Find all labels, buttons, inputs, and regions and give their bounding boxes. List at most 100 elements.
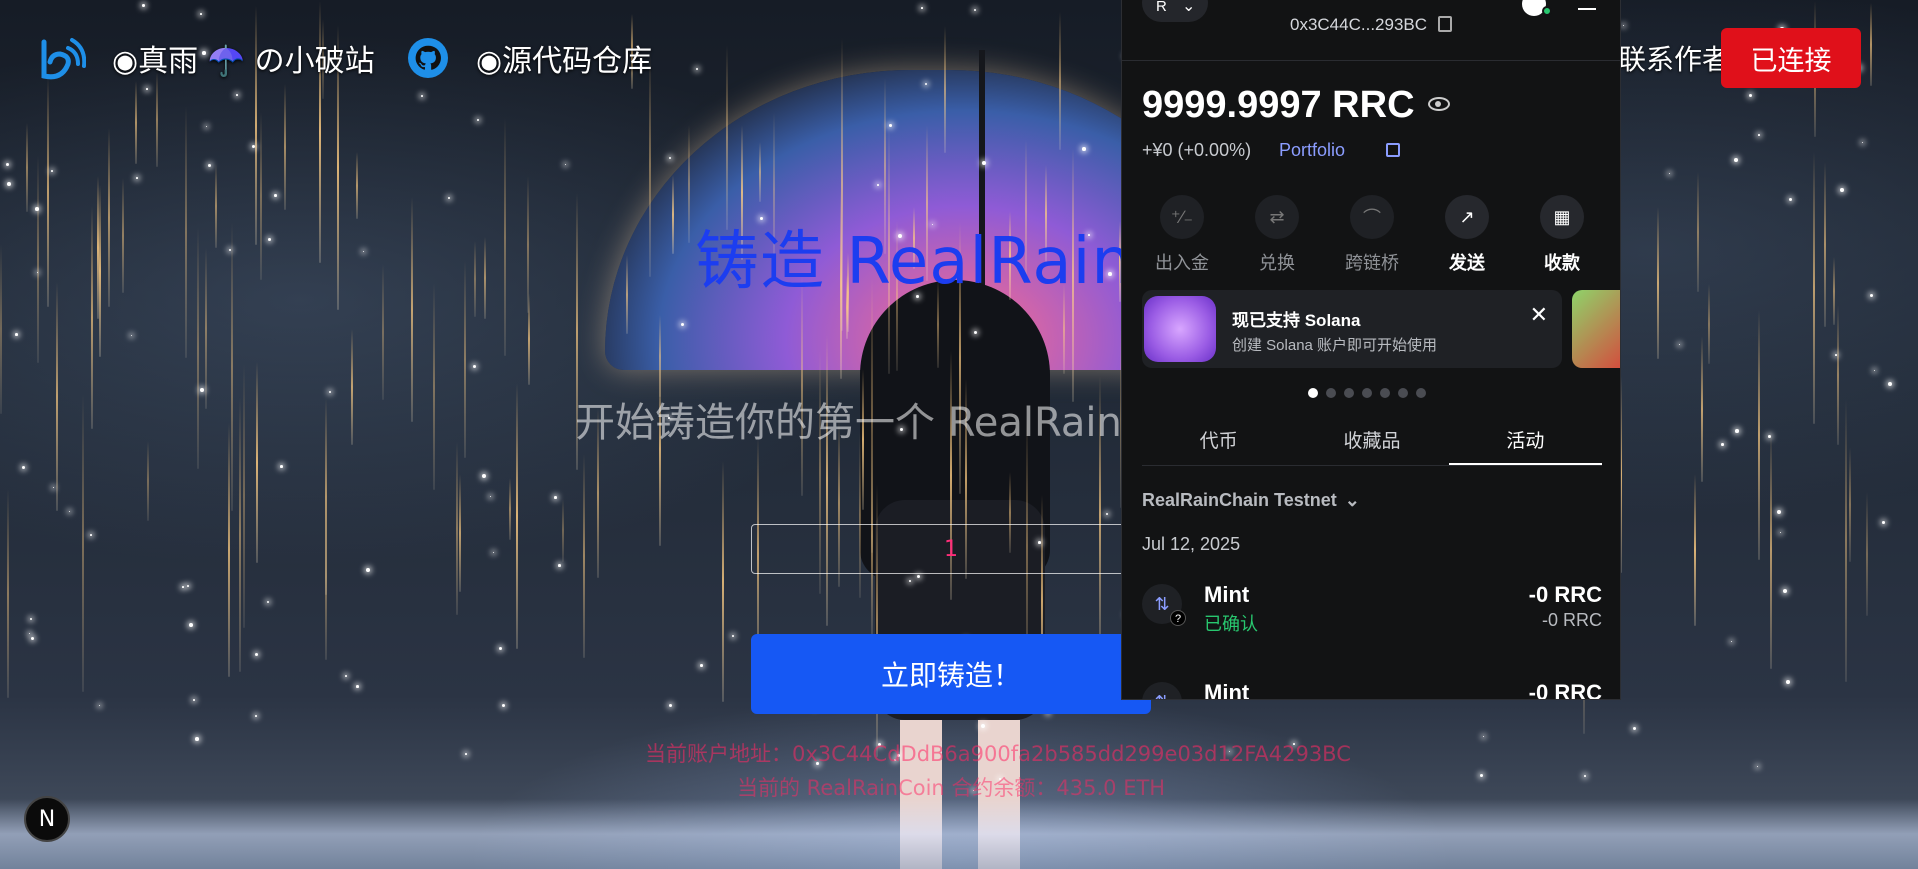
star-sparkle <box>477 119 480 122</box>
star-sparkle <box>1768 435 1771 438</box>
chevron-down-icon: ⌄ <box>1344 490 1360 510</box>
tab-activity[interactable]: 活动 <box>1448 420 1602 465</box>
star-sparkle <box>7 182 11 186</box>
receive-action[interactable]: ▦ 收款 <box>1522 195 1602 275</box>
carousel-dot[interactable] <box>1326 388 1336 398</box>
carousel-dot[interactable] <box>1416 388 1426 398</box>
carousel-dot[interactable] <box>1398 388 1408 398</box>
star-sparkle <box>267 601 269 603</box>
rain-streak <box>801 275 803 496</box>
nextjs-dev-badge[interactable]: N <box>24 796 70 842</box>
carousel-dot[interactable] <box>1380 388 1390 398</box>
action-label: 发送 <box>1449 253 1485 273</box>
star-sparkle <box>131 335 133 337</box>
swap-action[interactable]: ⇄ 兑换 <box>1237 195 1317 275</box>
close-icon[interactable]: ✕ <box>1530 302 1548 328</box>
copy-icon[interactable] <box>1438 16 1452 32</box>
carousel-dot[interactable] <box>1308 388 1318 398</box>
action-label: 兑换 <box>1259 253 1295 273</box>
rain-streak <box>528 293 530 385</box>
star-sparkle <box>681 323 684 326</box>
rain-streak <box>243 364 245 628</box>
network-filter-label: RealRainChain Testnet <box>1142 490 1337 510</box>
menu-icon[interactable] <box>1578 0 1596 10</box>
star-sparkle <box>15 333 18 336</box>
star-sparkle <box>31 637 35 641</box>
mint-now-button[interactable]: 立即铸造！ <box>751 634 1151 714</box>
rain-streak <box>484 237 486 319</box>
star-sparkle <box>565 164 566 165</box>
rain-streak <box>97 176 99 319</box>
star-sparkle <box>99 705 101 707</box>
banner-title: 现已支持 Solana <box>1232 311 1361 330</box>
page-subtitle: 开始铸造你的第一个 RealRainC <box>575 400 1150 446</box>
tx-fiat-amount: -0 RRC <box>1541 610 1602 630</box>
account-selector[interactable]: R ⌄ <box>1142 0 1208 22</box>
rain-streak <box>351 329 353 445</box>
balance-change: +¥0 (+0.00%) <box>1142 140 1252 160</box>
mint-amount-input[interactable] <box>751 524 1151 574</box>
wallet-actions: ⁺∕₋ 出入金 ⇄ 兑换 ⌒ 跨链桥 ↗ 发送 ▦ 收款 <box>1142 195 1602 275</box>
rain-streak <box>228 423 230 677</box>
star-sparkle <box>1679 344 1681 346</box>
account-avatar: R <box>1156 0 1167 15</box>
rain-streak <box>1824 162 1826 327</box>
rain-streak <box>722 461 724 702</box>
star-sparkle <box>136 177 138 179</box>
bridge-action[interactable]: ⌒ 跨链桥 <box>1332 195 1412 275</box>
blog-link[interactable]: ◉真雨 ☂️ の小破站 <box>112 36 375 80</box>
star-sparkle <box>208 164 212 168</box>
rain-streak <box>826 335 828 626</box>
star-sparkle <box>206 126 208 128</box>
rain-streak <box>626 255 628 334</box>
tx-name: Mint <box>1204 680 1250 700</box>
star-sparkle <box>465 753 467 755</box>
activity-row[interactable]: ⇅ ? Mint 已确认 -0 RRC -0 RRC <box>1142 578 1602 638</box>
send-action[interactable]: ↗ 发送 <box>1427 195 1507 275</box>
bilibili-logo-icon[interactable] <box>38 36 86 82</box>
solana-banner[interactable]: 现已支持 Solana 创建 Solana 账户即可开始使用 ✕ <box>1142 290 1562 368</box>
star-sparkle <box>448 197 451 200</box>
tab-collectibles[interactable]: 收藏品 <box>1295 420 1448 465</box>
carousel-dot[interactable] <box>1344 388 1354 398</box>
contract-interaction-icon: ⇅ <box>1142 682 1182 699</box>
rain-streak <box>1813 152 1815 424</box>
star-sparkle <box>982 161 986 165</box>
star-sparkle <box>1862 142 1864 144</box>
star-sparkle <box>187 585 189 587</box>
carousel-dot[interactable] <box>1362 388 1372 398</box>
contact-author-link[interactable]: 联系作者 <box>1618 38 1730 78</box>
rain-streak <box>1837 305 1839 445</box>
portfolio-link[interactable]: Portfolio <box>1279 140 1345 161</box>
connected-dot-icon <box>1542 6 1552 16</box>
star-sparkle <box>1735 429 1739 433</box>
star-sparkle <box>193 699 195 701</box>
activity-date: Jul 12, 2025 <box>1142 534 1241 554</box>
star-sparkle <box>1789 198 1793 202</box>
rain-streak <box>26 123 28 212</box>
connected-button[interactable]: 已连接 <box>1721 28 1861 88</box>
action-label: 跨链桥 <box>1345 253 1399 273</box>
rain-streak <box>474 241 476 317</box>
next-banner-card[interactable] <box>1572 290 1620 368</box>
banner-text: 创建 Solana 账户即可开始使用 <box>1232 337 1438 354</box>
tx-amount: -0 RRC <box>1528 582 1602 607</box>
rain-streak <box>659 352 661 546</box>
star-sparkle <box>1882 521 1885 524</box>
rain-streak <box>122 178 124 293</box>
star-sparkle <box>366 568 370 572</box>
source-repo-link[interactable]: ◉源代码仓库 <box>476 36 652 80</box>
rain-streak <box>382 264 384 400</box>
star-sparkle <box>1783 589 1787 593</box>
solana-logo-icon <box>1144 296 1216 362</box>
tab-tokens[interactable]: 代币 <box>1142 420 1295 465</box>
github-icon[interactable] <box>408 38 448 78</box>
buy-sell-action[interactable]: ⁺∕₋ 出入金 <box>1142 195 1222 275</box>
activity-row[interactable]: ⇅ Mint -0 RRC <box>1142 676 1602 700</box>
rain-streak <box>239 397 241 672</box>
eye-icon[interactable] <box>1428 97 1450 111</box>
rain-streak <box>1770 430 1772 669</box>
star-sparkle <box>255 653 258 656</box>
network-filter[interactable]: RealRainChain Testnet ⌄ <box>1142 490 1360 511</box>
star-sparkle <box>490 496 492 498</box>
